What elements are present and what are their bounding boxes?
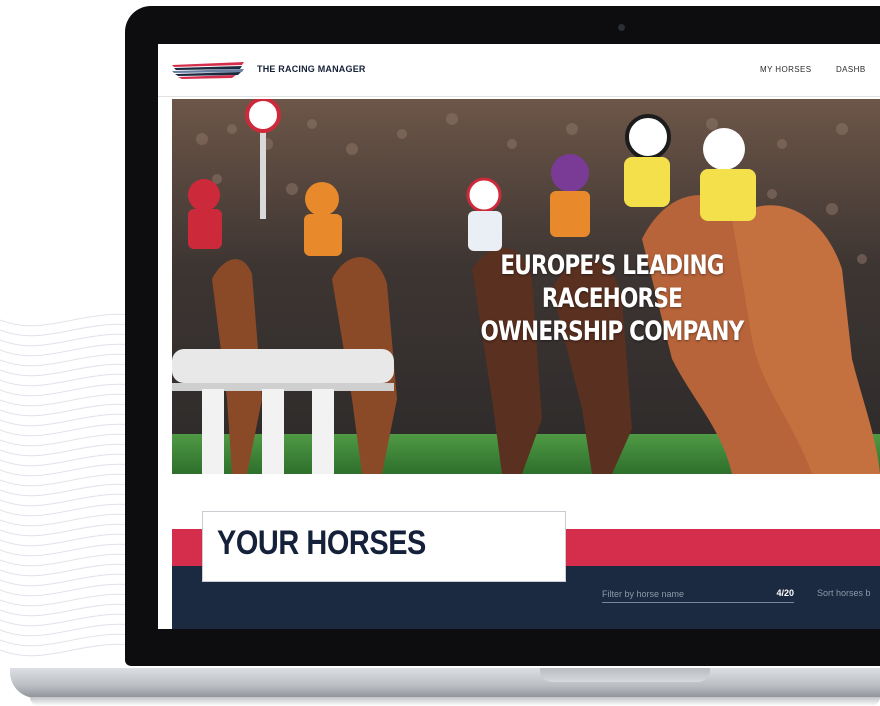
horse-count: 4/20 xyxy=(776,588,794,598)
laptop-notch xyxy=(540,668,710,682)
horse-filter: 4/20 xyxy=(602,586,794,603)
website-screen: THE RACING MANAGER MY HORSES DASHB EUROP… xyxy=(158,44,880,629)
hero-title-line-2: OWNERSHIP COMPANY xyxy=(480,316,744,347)
laptop-base xyxy=(10,668,880,698)
brand-name[interactable]: THE RACING MANAGER xyxy=(257,64,366,74)
site-header: THE RACING MANAGER MY HORSES DASHB xyxy=(158,44,880,97)
sort-horses-control[interactable]: Sort horses b xyxy=(817,588,871,598)
your-horses-section: YOUR HORSES 4/20 Sort horses b xyxy=(172,474,880,629)
laptop-shadow xyxy=(30,697,880,706)
filter-horse-input[interactable] xyxy=(602,586,752,602)
your-horses-card: YOUR HORSES xyxy=(202,511,566,582)
hero-title: EUROPE’S LEADING RACEHORSE OWNERSHIP COM… xyxy=(444,249,780,348)
hero-title-line-1: EUROPE’S LEADING RACEHORSE xyxy=(500,250,724,314)
camera-icon xyxy=(618,24,625,31)
hero-banner: EUROPE’S LEADING RACEHORSE OWNERSHIP COM… xyxy=(172,99,880,474)
section-title: YOUR HORSES xyxy=(217,524,426,562)
nav-my-horses[interactable]: MY HORSES xyxy=(760,65,811,74)
racing-manager-logo[interactable] xyxy=(172,60,244,80)
nav-dashboard[interactable]: DASHB xyxy=(836,65,866,74)
